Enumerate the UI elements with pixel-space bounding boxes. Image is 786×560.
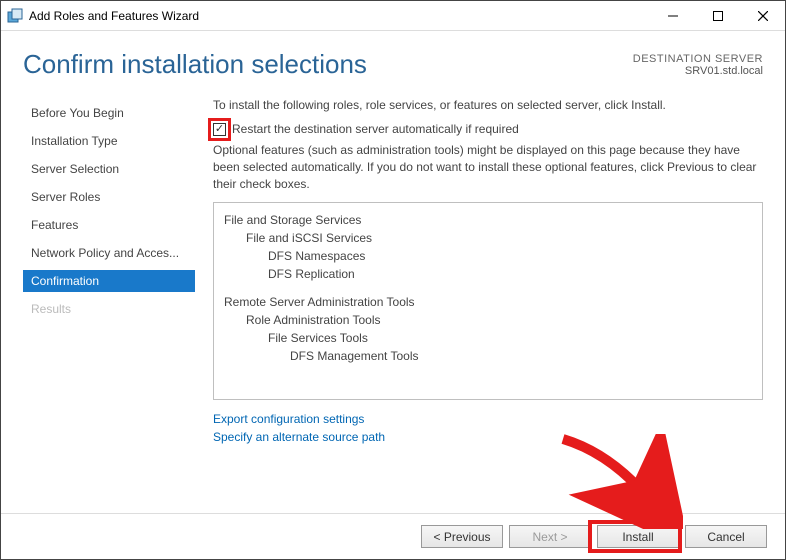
tree-item: File and iSCSI Services	[224, 229, 752, 247]
main-panel: To install the following roles, role ser…	[195, 98, 763, 518]
nav-before-you-begin[interactable]: Before You Begin	[23, 102, 195, 124]
wizard-nav: Before You Begin Installation Type Serve…	[23, 98, 195, 518]
nav-server-selection[interactable]: Server Selection	[23, 158, 195, 180]
nav-server-roles[interactable]: Server Roles	[23, 186, 195, 208]
tree-item: DFS Management Tools	[224, 347, 752, 365]
window-title: Add Roles and Features Wizard	[29, 9, 650, 23]
destination-block: DESTINATION SERVER SRV01.std.local	[633, 53, 763, 77]
restart-checkbox-label: Restart the destination server automatic…	[232, 122, 519, 136]
maximize-button[interactable]	[695, 1, 740, 31]
nav-confirmation[interactable]: Confirmation	[23, 270, 195, 292]
window-controls	[650, 1, 785, 31]
links-block: Export configuration settings Specify an…	[213, 412, 763, 448]
nav-installation-type[interactable]: Installation Type	[23, 130, 195, 152]
selections-tree: File and Storage Services File and iSCSI…	[213, 202, 763, 400]
restart-checkbox[interactable]: ✓	[213, 123, 226, 136]
destination-server-name: SRV01.std.local	[633, 65, 763, 77]
titlebar: Add Roles and Features Wizard	[1, 1, 785, 31]
restart-checkbox-row: ✓ Restart the destination server automat…	[213, 122, 763, 136]
tree-item: Remote Server Administration Tools	[224, 293, 752, 311]
wizard-footer: < Previous Next > Install Cancel	[1, 513, 785, 559]
nav-results: Results	[23, 298, 195, 320]
cancel-button[interactable]: Cancel	[685, 525, 767, 548]
close-button[interactable]	[740, 1, 785, 31]
minimize-button[interactable]	[650, 1, 695, 31]
tree-item: Role Administration Tools	[224, 311, 752, 329]
tree-item: DFS Namespaces	[224, 247, 752, 265]
nav-features[interactable]: Features	[23, 214, 195, 236]
page-title: Confirm installation selections	[23, 49, 633, 80]
instruction-text: To install the following roles, role ser…	[213, 98, 763, 112]
header: Confirm installation selections DESTINAT…	[1, 31, 785, 90]
tree-item: File Services Tools	[224, 329, 752, 347]
wizard-icon	[7, 8, 23, 24]
install-button[interactable]: Install	[597, 525, 679, 548]
optional-features-text: Optional features (such as administratio…	[213, 142, 763, 192]
destination-label: DESTINATION SERVER	[633, 53, 763, 65]
next-button: Next >	[509, 525, 591, 548]
tree-item: File and Storage Services	[224, 211, 752, 229]
nav-network-policy[interactable]: Network Policy and Acces...	[23, 242, 195, 264]
tree-item: DFS Replication	[224, 265, 752, 283]
content-area: Before You Begin Installation Type Serve…	[1, 90, 785, 518]
alternate-source-link[interactable]: Specify an alternate source path	[213, 430, 763, 444]
previous-button[interactable]: < Previous	[421, 525, 503, 548]
export-config-link[interactable]: Export configuration settings	[213, 412, 763, 426]
